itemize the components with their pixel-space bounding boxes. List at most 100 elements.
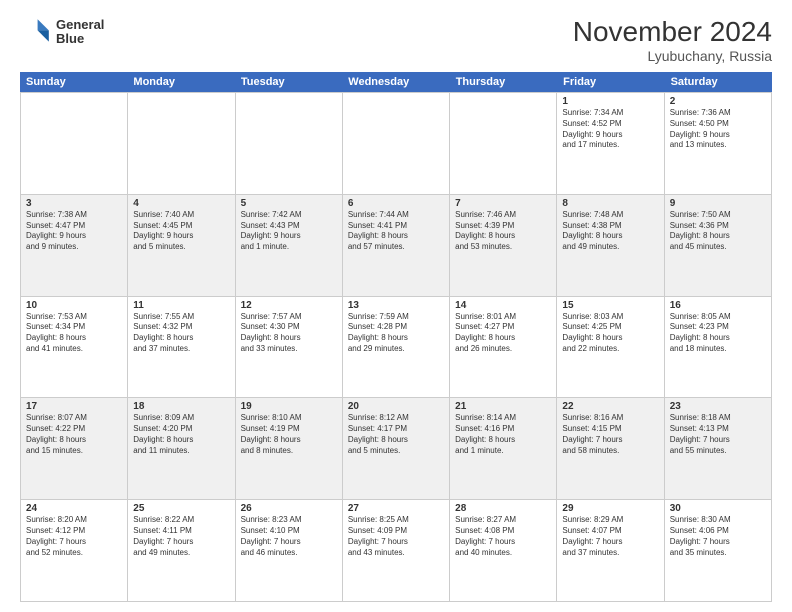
logo: General Blue — [20, 16, 104, 48]
title-block: November 2024 Lyubuchany, Russia — [573, 16, 772, 64]
cal-cell: 30Sunrise: 8:30 AM Sunset: 4:06 PM Dayli… — [665, 500, 772, 602]
logo-line2: Blue — [56, 32, 104, 46]
cal-cell — [343, 93, 450, 195]
day-number: 20 — [348, 401, 444, 412]
day-number: 22 — [562, 401, 658, 412]
day-number: 16 — [670, 300, 766, 311]
cal-header-cell: Wednesday — [342, 72, 449, 92]
day-number: 1 — [562, 96, 658, 107]
day-info: Sunrise: 8:10 AM Sunset: 4:19 PM Dayligh… — [241, 413, 337, 456]
day-info: Sunrise: 8:14 AM Sunset: 4:16 PM Dayligh… — [455, 413, 551, 456]
day-number: 14 — [455, 300, 551, 311]
day-number: 7 — [455, 198, 551, 209]
cal-cell: 17Sunrise: 8:07 AM Sunset: 4:22 PM Dayli… — [21, 398, 128, 500]
logo-icon — [20, 16, 52, 48]
cal-cell: 1Sunrise: 7:34 AM Sunset: 4:52 PM Daylig… — [557, 93, 664, 195]
day-info: Sunrise: 7:59 AM Sunset: 4:28 PM Dayligh… — [348, 312, 444, 355]
day-number: 4 — [133, 198, 229, 209]
cal-cell: 21Sunrise: 8:14 AM Sunset: 4:16 PM Dayli… — [450, 398, 557, 500]
cal-cell: 27Sunrise: 8:25 AM Sunset: 4:09 PM Dayli… — [343, 500, 450, 602]
logo-line1: General — [56, 18, 104, 32]
calendar: SundayMondayTuesdayWednesdayThursdayFrid… — [20, 72, 772, 602]
day-number: 10 — [26, 300, 122, 311]
day-info: Sunrise: 8:30 AM Sunset: 4:06 PM Dayligh… — [670, 515, 766, 558]
day-number: 26 — [241, 503, 337, 514]
page-subtitle: Lyubuchany, Russia — [573, 48, 772, 64]
day-number: 2 — [670, 96, 766, 107]
day-info: Sunrise: 7:42 AM Sunset: 4:43 PM Dayligh… — [241, 210, 337, 253]
day-number: 19 — [241, 401, 337, 412]
day-info: Sunrise: 8:03 AM Sunset: 4:25 PM Dayligh… — [562, 312, 658, 355]
day-info: Sunrise: 8:22 AM Sunset: 4:11 PM Dayligh… — [133, 515, 229, 558]
day-info: Sunrise: 7:44 AM Sunset: 4:41 PM Dayligh… — [348, 210, 444, 253]
day-number: 27 — [348, 503, 444, 514]
cal-cell: 25Sunrise: 8:22 AM Sunset: 4:11 PM Dayli… — [128, 500, 235, 602]
cal-cell: 12Sunrise: 7:57 AM Sunset: 4:30 PM Dayli… — [236, 297, 343, 399]
cal-cell: 13Sunrise: 7:59 AM Sunset: 4:28 PM Dayli… — [343, 297, 450, 399]
day-info: Sunrise: 7:57 AM Sunset: 4:30 PM Dayligh… — [241, 312, 337, 355]
cal-cell: 7Sunrise: 7:46 AM Sunset: 4:39 PM Daylig… — [450, 195, 557, 297]
day-number: 18 — [133, 401, 229, 412]
day-info: Sunrise: 8:01 AM Sunset: 4:27 PM Dayligh… — [455, 312, 551, 355]
day-info: Sunrise: 8:09 AM Sunset: 4:20 PM Dayligh… — [133, 413, 229, 456]
day-number: 9 — [670, 198, 766, 209]
day-info: Sunrise: 7:36 AM Sunset: 4:50 PM Dayligh… — [670, 108, 766, 151]
day-number: 11 — [133, 300, 229, 311]
day-number: 28 — [455, 503, 551, 514]
cal-cell: 8Sunrise: 7:48 AM Sunset: 4:38 PM Daylig… — [557, 195, 664, 297]
calendar-header: SundayMondayTuesdayWednesdayThursdayFrid… — [20, 72, 772, 92]
day-number: 29 — [562, 503, 658, 514]
day-number: 12 — [241, 300, 337, 311]
day-number: 24 — [26, 503, 122, 514]
day-info: Sunrise: 8:12 AM Sunset: 4:17 PM Dayligh… — [348, 413, 444, 456]
day-number: 3 — [26, 198, 122, 209]
cal-row: 10Sunrise: 7:53 AM Sunset: 4:34 PM Dayli… — [21, 297, 772, 399]
cal-cell: 29Sunrise: 8:29 AM Sunset: 4:07 PM Dayli… — [557, 500, 664, 602]
day-info: Sunrise: 8:16 AM Sunset: 4:15 PM Dayligh… — [562, 413, 658, 456]
cal-cell: 16Sunrise: 8:05 AM Sunset: 4:23 PM Dayli… — [665, 297, 772, 399]
cal-cell: 19Sunrise: 8:10 AM Sunset: 4:19 PM Dayli… — [236, 398, 343, 500]
day-number: 6 — [348, 198, 444, 209]
cal-cell — [236, 93, 343, 195]
header: General Blue November 2024 Lyubuchany, R… — [20, 16, 772, 64]
cal-row: 17Sunrise: 8:07 AM Sunset: 4:22 PM Dayli… — [21, 398, 772, 500]
day-number: 30 — [670, 503, 766, 514]
cal-cell: 14Sunrise: 8:01 AM Sunset: 4:27 PM Dayli… — [450, 297, 557, 399]
day-number: 5 — [241, 198, 337, 209]
cal-cell: 23Sunrise: 8:18 AM Sunset: 4:13 PM Dayli… — [665, 398, 772, 500]
cal-row: 24Sunrise: 8:20 AM Sunset: 4:12 PM Dayli… — [21, 500, 772, 602]
day-info: Sunrise: 8:07 AM Sunset: 4:22 PM Dayligh… — [26, 413, 122, 456]
cal-header-cell: Saturday — [665, 72, 772, 92]
cal-cell: 24Sunrise: 8:20 AM Sunset: 4:12 PM Dayli… — [21, 500, 128, 602]
cal-cell: 18Sunrise: 8:09 AM Sunset: 4:20 PM Dayli… — [128, 398, 235, 500]
day-info: Sunrise: 7:46 AM Sunset: 4:39 PM Dayligh… — [455, 210, 551, 253]
cal-cell: 3Sunrise: 7:38 AM Sunset: 4:47 PM Daylig… — [21, 195, 128, 297]
day-info: Sunrise: 7:48 AM Sunset: 4:38 PM Dayligh… — [562, 210, 658, 253]
cal-header-cell: Tuesday — [235, 72, 342, 92]
cal-cell — [21, 93, 128, 195]
cal-cell: 20Sunrise: 8:12 AM Sunset: 4:17 PM Dayli… — [343, 398, 450, 500]
cal-cell: 9Sunrise: 7:50 AM Sunset: 4:36 PM Daylig… — [665, 195, 772, 297]
cal-cell — [450, 93, 557, 195]
day-info: Sunrise: 7:34 AM Sunset: 4:52 PM Dayligh… — [562, 108, 658, 151]
day-info: Sunrise: 7:40 AM Sunset: 4:45 PM Dayligh… — [133, 210, 229, 253]
day-info: Sunrise: 7:50 AM Sunset: 4:36 PM Dayligh… — [670, 210, 766, 253]
page: General Blue November 2024 Lyubuchany, R… — [0, 0, 792, 612]
cal-cell: 28Sunrise: 8:27 AM Sunset: 4:08 PM Dayli… — [450, 500, 557, 602]
cal-cell: 10Sunrise: 7:53 AM Sunset: 4:34 PM Dayli… — [21, 297, 128, 399]
day-info: Sunrise: 7:53 AM Sunset: 4:34 PM Dayligh… — [26, 312, 122, 355]
cal-cell — [128, 93, 235, 195]
day-info: Sunrise: 8:29 AM Sunset: 4:07 PM Dayligh… — [562, 515, 658, 558]
cal-cell: 15Sunrise: 8:03 AM Sunset: 4:25 PM Dayli… — [557, 297, 664, 399]
day-number: 23 — [670, 401, 766, 412]
cal-cell: 4Sunrise: 7:40 AM Sunset: 4:45 PM Daylig… — [128, 195, 235, 297]
day-info: Sunrise: 7:55 AM Sunset: 4:32 PM Dayligh… — [133, 312, 229, 355]
day-number: 8 — [562, 198, 658, 209]
page-title: November 2024 — [573, 16, 772, 48]
day-info: Sunrise: 8:20 AM Sunset: 4:12 PM Dayligh… — [26, 515, 122, 558]
cal-header-cell: Monday — [127, 72, 234, 92]
logo-text: General Blue — [56, 18, 104, 47]
cal-cell: 11Sunrise: 7:55 AM Sunset: 4:32 PM Dayli… — [128, 297, 235, 399]
day-number: 21 — [455, 401, 551, 412]
day-info: Sunrise: 8:25 AM Sunset: 4:09 PM Dayligh… — [348, 515, 444, 558]
